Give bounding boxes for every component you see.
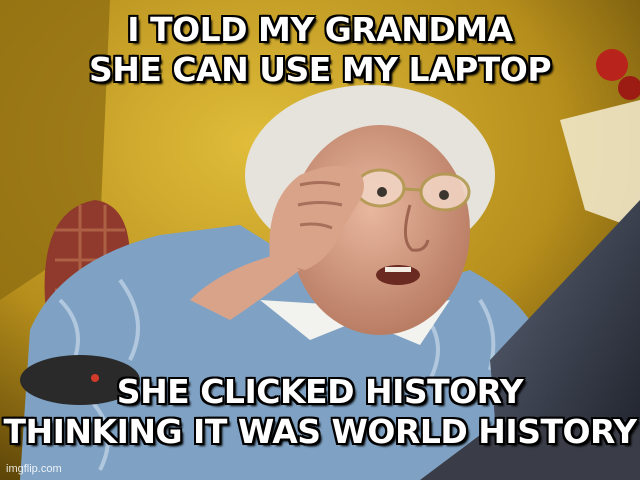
- top-caption-line: I TOLD MY GRANDMA: [127, 10, 513, 49]
- meme-image: I TOLD MY GRANDMA SHE CAN USE MY LAPTOP …: [0, 0, 640, 480]
- eye-right: [439, 190, 449, 200]
- top-caption: I TOLD MY GRANDMA SHE CAN USE MY LAPTOP: [0, 10, 640, 90]
- imgflip-watermark: imgflip.com: [6, 463, 62, 475]
- teeth: [385, 267, 411, 272]
- bottom-caption-line: THINKING IT WAS WORLD HISTORY: [3, 412, 637, 451]
- eye-left: [377, 187, 387, 197]
- top-caption-line: SHE CAN USE MY LAPTOP: [88, 50, 552, 89]
- bottom-caption-line: SHE CLICKED HISTORY: [116, 372, 524, 411]
- bottom-caption: SHE CLICKED HISTORY THINKING IT WAS WORL…: [0, 372, 640, 452]
- glasses-bridge: [403, 187, 422, 192]
